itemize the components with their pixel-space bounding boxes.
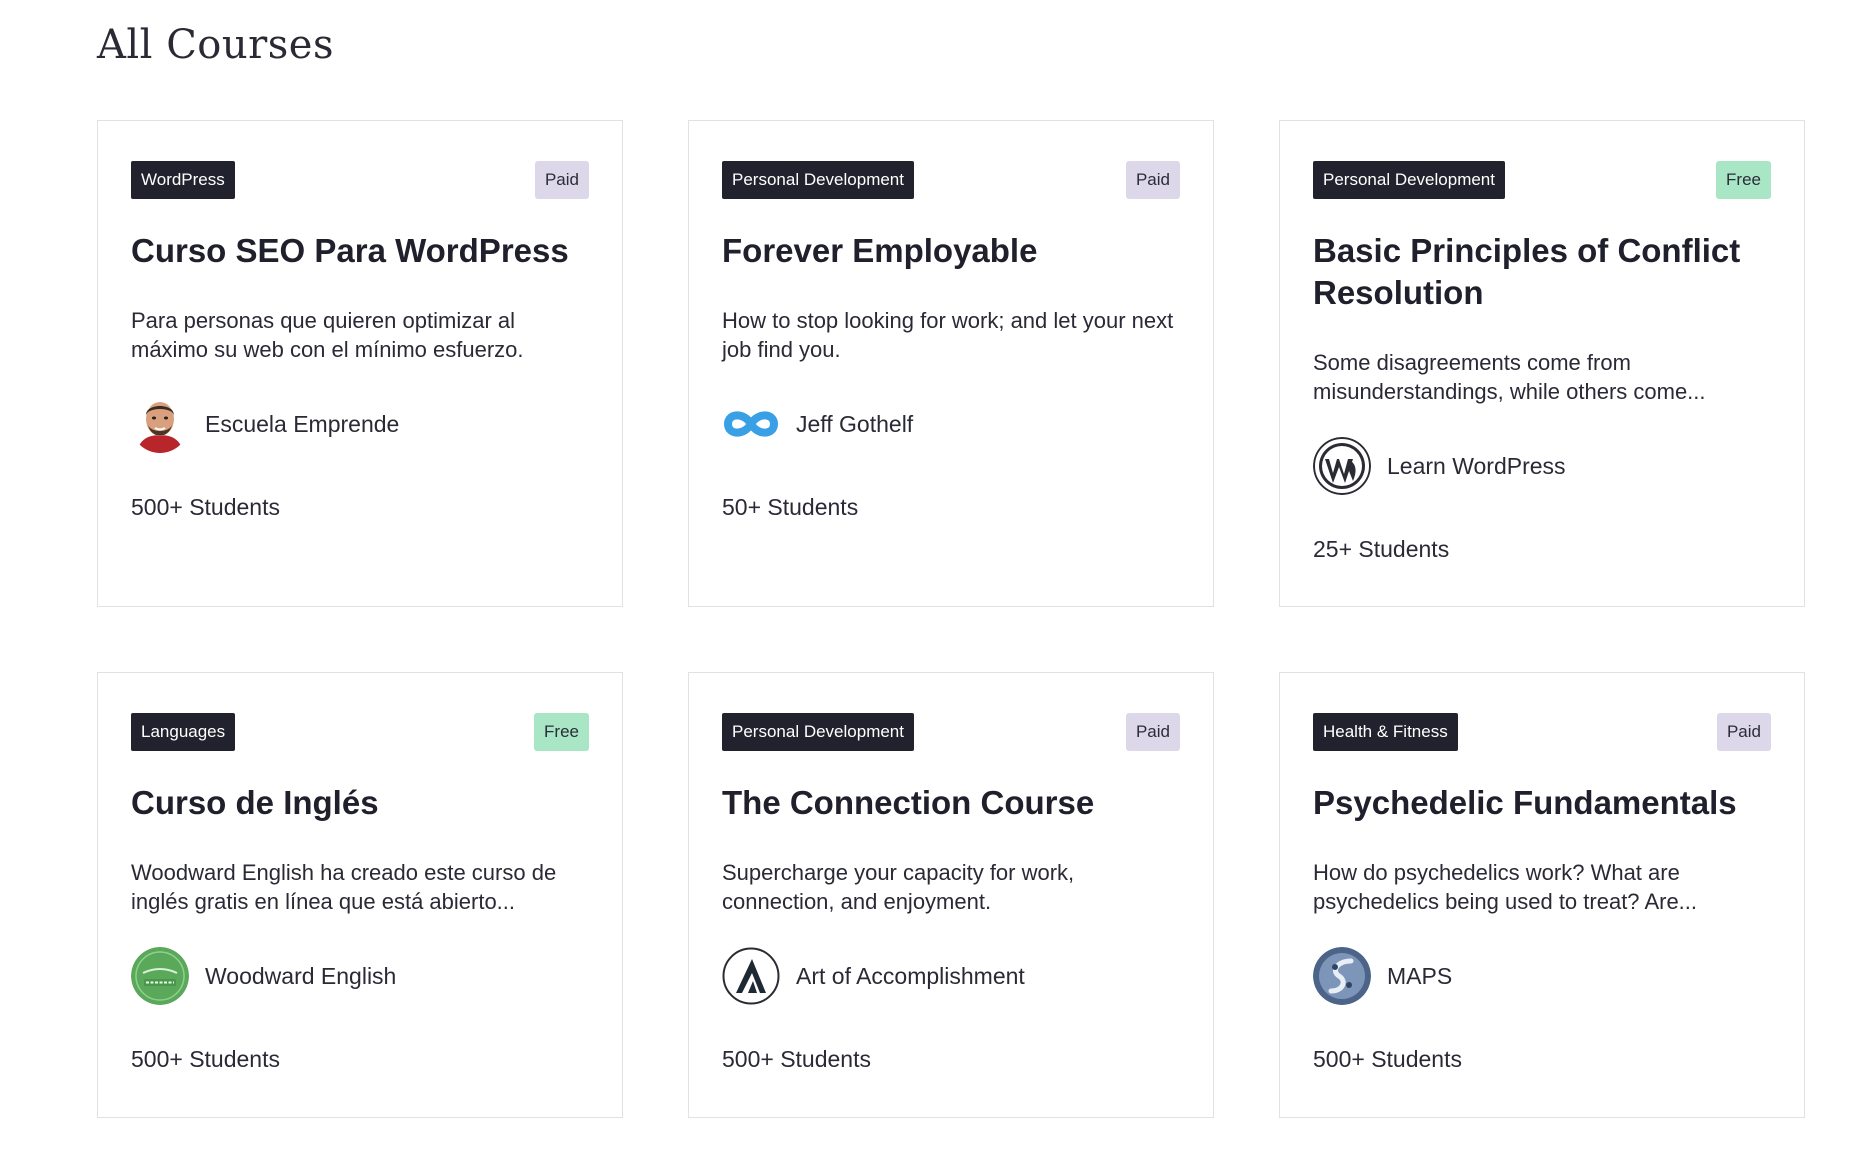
course-card[interactable]: Languages Free Curso de Inglés Woodward … [97,672,623,1118]
course-title[interactable]: The Connection Course [722,782,1180,824]
page-title: All Courses [97,22,334,68]
course-description: Some disagreements come from misundersta… [1313,350,1706,404]
author-name: Escuela Emprende [205,410,400,437]
course-card[interactable]: Personal Development Paid Forever Employ… [688,120,1214,607]
card-header: WordPress Paid [131,161,589,199]
person-photo-icon [131,395,189,453]
course-card[interactable]: Personal Development Paid The Connection… [688,672,1214,1118]
category-badge[interactable]: Personal Development [722,161,914,199]
student-count: 500+ Students [131,494,280,520]
course-description: How do psychedelics work? What are psych… [1313,860,1698,914]
price-badge: Paid [1125,161,1180,199]
course-card[interactable]: Health & Fitness Paid Psychedelic Fundam… [1279,672,1805,1118]
course-card[interactable]: WordPress Paid Curso SEO Para WordPress … [97,120,623,607]
category-badge[interactable]: WordPress [131,161,235,199]
maps-logo-icon [1313,947,1371,1005]
card-header: Languages Free [131,713,589,751]
price-badge: Paid [534,161,589,199]
course-grid: WordPress Paid Curso SEO Para WordPress … [97,120,1805,1118]
course-title[interactable]: Curso SEO Para WordPress [131,230,589,272]
card-header: Personal Development Free [1313,161,1771,199]
triangle-a-logo-icon [722,947,780,1005]
course-title[interactable]: Psychedelic Fundamentals [1313,782,1771,824]
course-card[interactable]: Personal Development Free Basic Principl… [1279,120,1805,607]
author-name: Woodward English [205,962,397,989]
course-author[interactable]: Learn WordPress [1313,436,1771,496]
author-name: Jeff Gothelf [796,410,914,437]
author-name: Learn WordPress [1387,452,1566,479]
course-author[interactable]: Woodward English [131,946,589,1006]
courses-page: All Courses WordPress Paid Curso SEO Par… [0,0,1854,1152]
course-author[interactable]: Jeff Gothelf [722,394,1180,454]
woodward-english-logo-icon [131,947,189,1005]
student-count: 50+ Students [722,494,859,520]
student-count: 500+ Students [131,1046,280,1072]
student-count: 500+ Students [722,1046,871,1072]
course-description: Supercharge your capacity for work, conn… [722,860,1075,914]
category-badge[interactable]: Personal Development [722,713,914,751]
price-badge: Paid [1125,713,1180,751]
card-header: Health & Fitness Paid [1313,713,1771,751]
infinity-logo-icon [722,395,780,453]
student-count: 25+ Students [1313,536,1450,562]
price-badge: Paid [1716,713,1771,751]
price-badge: Free [1716,161,1771,199]
wordpress-logo-icon [1313,437,1371,495]
course-title[interactable]: Forever Employable [722,230,1180,272]
category-badge[interactable]: Languages [131,713,236,751]
category-badge[interactable]: Health & Fitness [1313,713,1458,751]
category-badge[interactable]: Personal Development [1313,161,1505,199]
course-title[interactable]: Basic Principles of Conflict Resolution [1313,230,1771,314]
course-author[interactable]: Escuela Emprende [131,394,589,454]
author-name: Art of Accomplishment [796,962,1025,989]
course-description: Woodward English ha creado este curso de… [131,860,557,914]
course-description: How to stop looking for work; and let yo… [722,308,1174,362]
author-name: MAPS [1387,962,1453,989]
course-author[interactable]: MAPS [1313,946,1771,1006]
price-badge: Free [534,713,589,751]
student-count: 500+ Students [1313,1046,1462,1072]
card-header: Personal Development Paid [722,161,1180,199]
course-title[interactable]: Curso de Inglés [131,782,589,824]
course-description: Para personas que quieren optimizar al m… [131,308,524,362]
card-header: Personal Development Paid [722,713,1180,751]
course-author[interactable]: Art of Accomplishment [722,946,1180,1006]
